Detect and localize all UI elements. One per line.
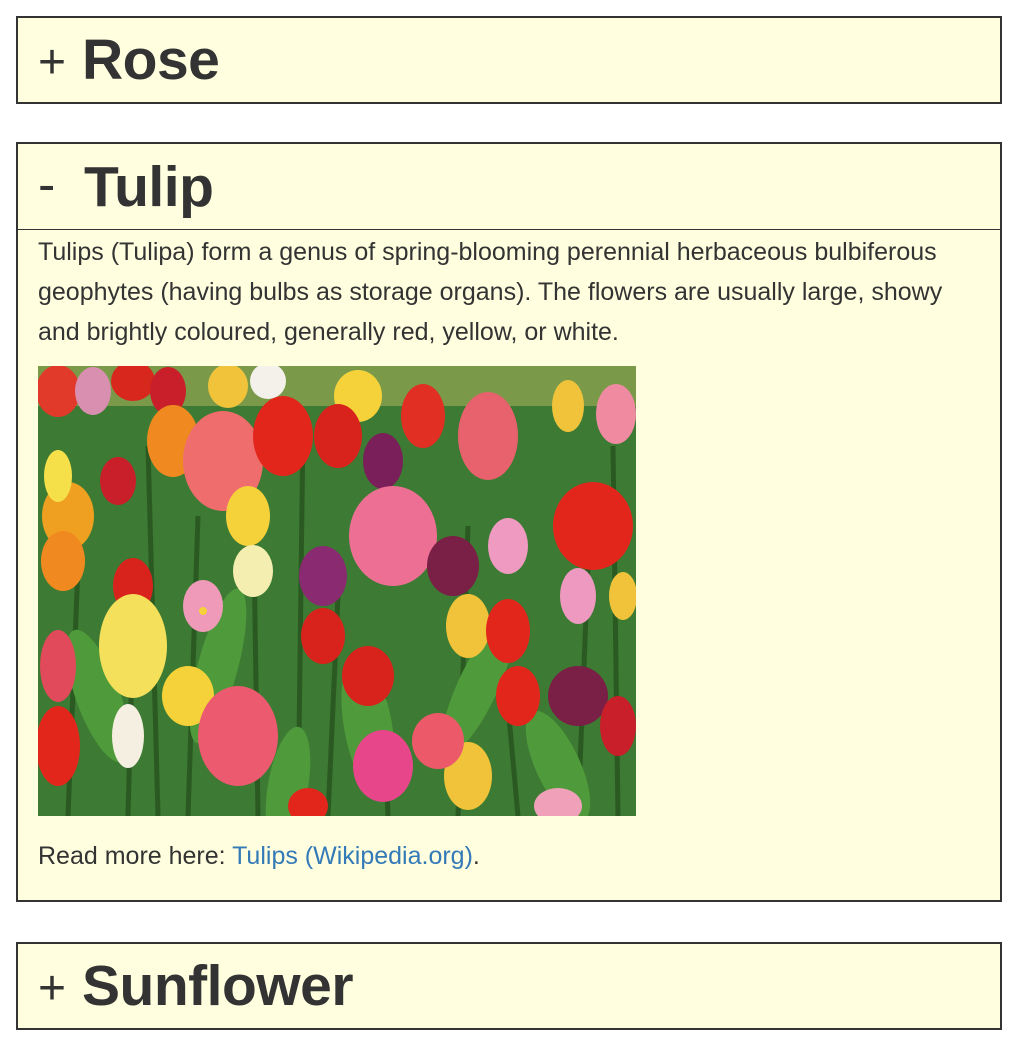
accordion-title-sunflower: Sunflower <box>82 954 354 1018</box>
read-more-line: Read more here: Tulips (Wikipedia.org). <box>38 842 980 871</box>
expand-toggle-icon: + <box>38 35 67 89</box>
accordion-panel-tulip: - Tulip Tulips (Tulipa) form a genus of … <box>16 142 1002 902</box>
accordion-header-rose[interactable]: + Rose <box>18 18 1000 102</box>
read-more-suffix: . <box>472 842 480 870</box>
accordion-panel-sunflower: + Sunflower <box>16 942 1002 1030</box>
accordion-title-tulip: Tulip <box>84 154 214 219</box>
accordion-header-sunflower[interactable]: + Sunflower <box>18 944 1000 1028</box>
wikipedia-link[interactable]: Tulips (Wikipedia.org) <box>232 842 473 870</box>
tulip-field-image <box>38 366 636 816</box>
accordion-title-rose: Rose <box>82 28 220 92</box>
collapse-toggle-icon: - <box>38 155 56 214</box>
tulip-description: Tulips (Tulipa) form a genus of spring-b… <box>38 238 943 346</box>
accordion-panel-rose: + Rose <box>16 16 1002 104</box>
accordion-body-tulip: Tulips (Tulipa) form a genus of spring-b… <box>18 232 1000 871</box>
read-more-prefix: Read more here: <box>38 842 233 870</box>
expand-toggle-icon: + <box>38 961 67 1015</box>
accordion-header-tulip[interactable]: - Tulip <box>18 144 1000 230</box>
